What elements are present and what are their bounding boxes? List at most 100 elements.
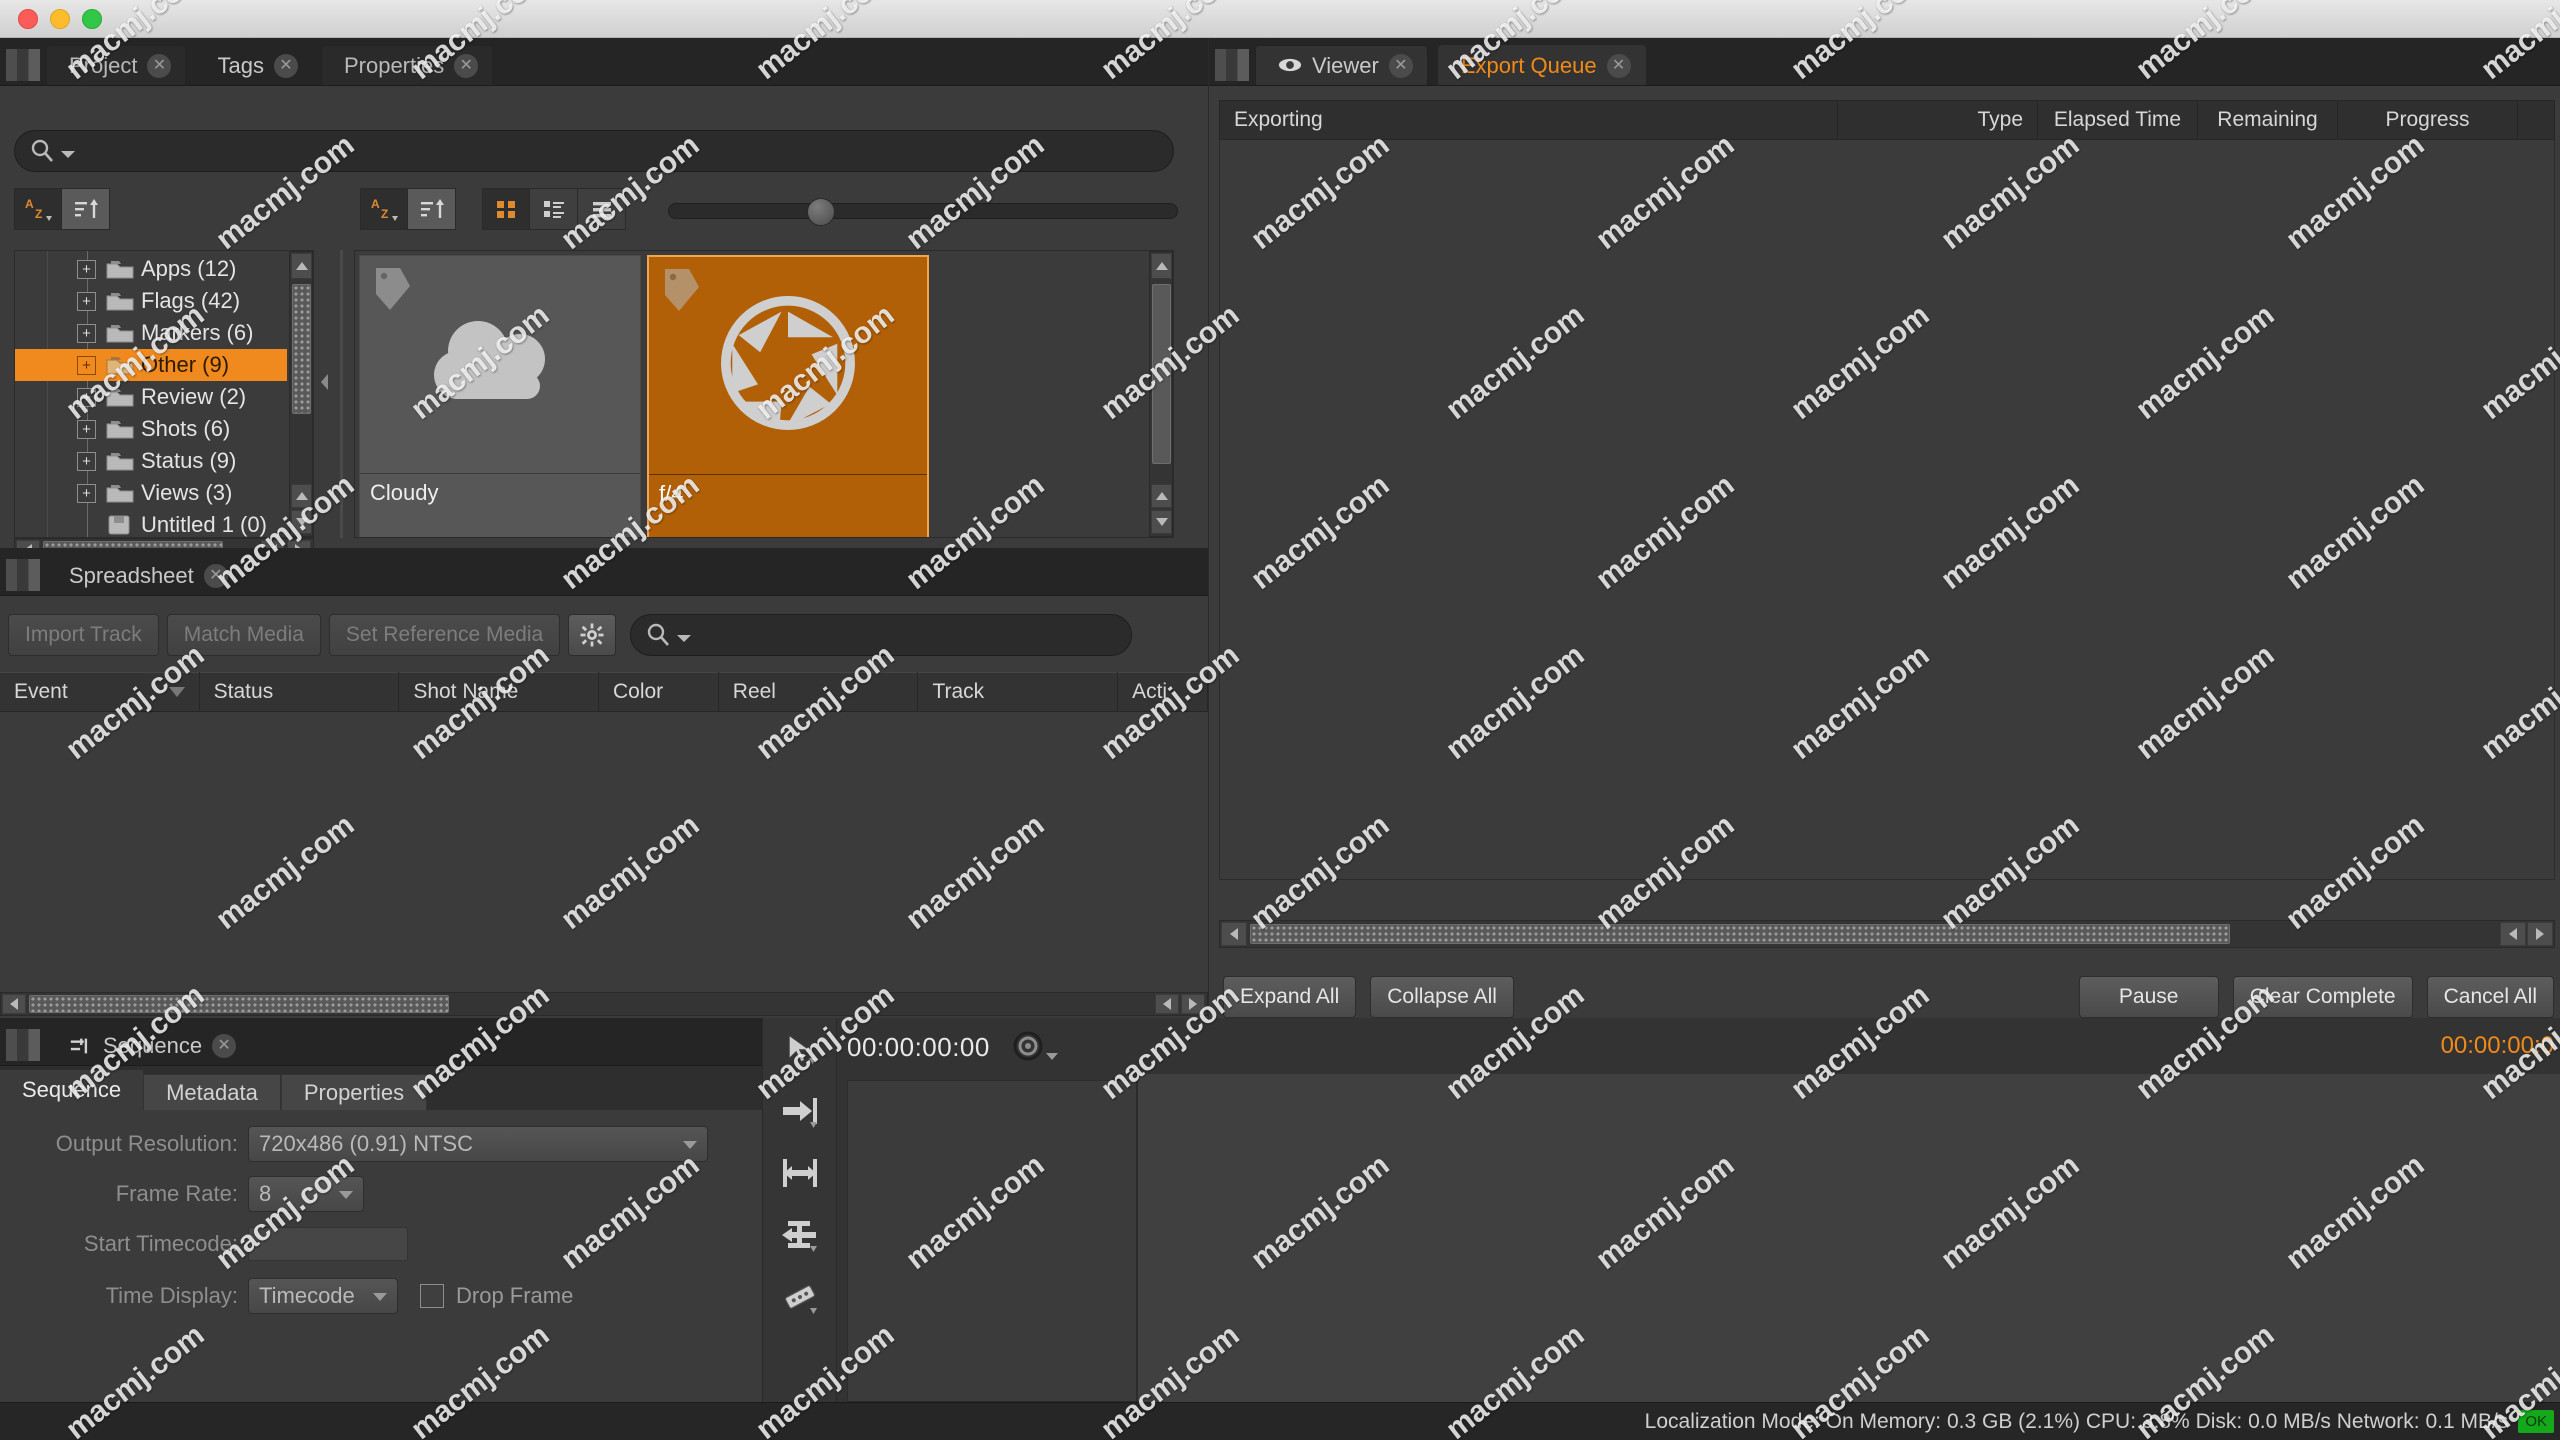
clear-complete-button[interactable]: Clear Complete <box>2232 976 2413 1018</box>
column-header[interactable]: Track <box>918 672 1119 712</box>
expand-icon[interactable]: + <box>77 355 96 375</box>
close-icon[interactable]: ✕ <box>203 563 228 588</box>
thumbnail-size-slider[interactable] <box>668 198 1178 226</box>
tree-item[interactable]: + Review (2) <box>15 381 287 413</box>
splitter-bar[interactable] <box>340 250 343 538</box>
tab-sequence[interactable]: Sequence ✕ <box>46 1025 251 1065</box>
export-queue-rows[interactable] <box>1219 140 2555 880</box>
chevron-down-icon[interactable] <box>677 634 692 642</box>
move-trim-icon[interactable] <box>763 1080 837 1142</box>
gear-icon[interactable] <box>568 614 617 656</box>
scroll-left-arrow-icon[interactable] <box>2 994 26 1014</box>
scroll-up-arrow-icon[interactable] <box>1151 253 1172 279</box>
scroll-up-arrow-icon[interactable] <box>291 484 312 508</box>
tab-tags[interactable]: Tags ✕ <box>194 45 312 85</box>
scroll-left-arrow-icon[interactable] <box>1155 994 1179 1014</box>
scroll-left-arrow-icon[interactable] <box>2500 922 2526 946</box>
tag-thumbnail[interactable]: f/4 <box>647 255 929 537</box>
spreadsheet-horizontal-scrollbar[interactable] <box>0 992 1208 1016</box>
column-header[interactable]: Reel <box>719 672 919 712</box>
expand-icon[interactable]: + <box>77 259 96 279</box>
sort-alpha-icon[interactable]: A Z <box>14 188 62 230</box>
spreadsheet-search-field[interactable] <box>630 614 1133 656</box>
tree-item[interactable]: + Apps (12) <box>15 253 287 285</box>
tags-search-field[interactable] <box>14 130 1174 172</box>
scroll-down-arrow-icon[interactable] <box>291 510 312 534</box>
tree-item[interactable]: + Views (3) <box>15 477 287 509</box>
tab-spreadsheet[interactable]: Spreadsheet ✕ <box>46 555 243 595</box>
expand-icon[interactable]: + <box>77 419 96 439</box>
column-header[interactable]: Type <box>1838 100 2038 140</box>
close-icon[interactable]: ✕ <box>1388 53 1413 78</box>
column-header[interactable]: Exporting <box>1220 100 1838 140</box>
scroll-up-arrow-icon[interactable] <box>1151 484 1172 508</box>
match-media-button[interactable]: Match Media <box>166 614 321 656</box>
expand-all-button[interactable]: Expand All <box>1223 976 1357 1018</box>
razor-icon[interactable] <box>763 1266 837 1328</box>
close-icon[interactable]: ✕ <box>1606 53 1631 78</box>
collapse-all-button[interactable]: Collapse All <box>1370 976 1514 1018</box>
select-arrow-icon[interactable] <box>763 1018 837 1080</box>
playhead-timecode[interactable]: 00:00:00:00 <box>847 1032 990 1063</box>
chevron-down-icon[interactable] <box>61 150 75 158</box>
sort-order-icon[interactable] <box>62 188 110 230</box>
tree-scroll-thumb[interactable] <box>292 284 311 414</box>
scroll-up-arrow-icon[interactable] <box>291 253 312 279</box>
tree-item[interactable]: + Shots (6) <box>15 413 287 445</box>
panel-grip[interactable] <box>6 49 40 81</box>
minimize-window-button[interactable] <box>50 9 70 29</box>
grid-view-icon[interactable] <box>482 188 530 230</box>
status-badge[interactable]: OK <box>2518 1410 2554 1433</box>
close-icon[interactable]: ✕ <box>273 53 298 78</box>
column-header[interactable]: Acti <box>1118 672 1208 712</box>
tab-project[interactable]: Project ✕ <box>46 45 187 85</box>
scroll-down-arrow-icon[interactable] <box>1151 510 1172 534</box>
expand-icon[interactable]: + <box>77 323 96 343</box>
column-header[interactable]: Event <box>0 672 200 712</box>
subtab-properties[interactable]: Properties <box>280 1074 428 1110</box>
scroll-right-arrow-icon[interactable] <box>2527 922 2553 946</box>
column-header[interactable]: Shot Name <box>399 672 599 712</box>
thumbs-scroll-thumb[interactable] <box>1152 284 1171 464</box>
export-queue-horizontal-scrollbar[interactable] <box>1219 920 2555 948</box>
sort-descending-icon[interactable] <box>168 687 185 697</box>
drop-frame-checkbox[interactable] <box>420 1284 444 1308</box>
export-queue-hscroll-thumb[interactable] <box>1250 924 2230 944</box>
tree-item[interactable]: + Status (9) <box>15 445 287 477</box>
start-timecode-input[interactable] <box>248 1227 408 1261</box>
tree-item[interactable]: + Other (9) <box>15 349 287 381</box>
roll-icon[interactable] <box>763 1204 837 1266</box>
thumbs-vertical-scrollbar[interactable] <box>1149 251 1173 537</box>
column-header[interactable]: Color <box>599 672 719 712</box>
subtab-metadata[interactable]: Metadata <box>143 1074 281 1110</box>
pause-button[interactable]: Pause <box>2078 976 2219 1018</box>
expand-icon[interactable]: + <box>77 387 96 407</box>
column-header[interactable]: Status <box>200 672 400 712</box>
timeline-track-header[interactable] <box>847 1080 1137 1402</box>
search-input[interactable] <box>697 623 1118 647</box>
close-window-button[interactable] <box>18 9 38 29</box>
panel-grip[interactable] <box>6 559 40 591</box>
tag-thumbnail-grid[interactable]: Cloudy f/4 <box>354 250 1174 538</box>
subtab-sequence[interactable]: Sequence <box>0 1070 144 1110</box>
slip-icon[interactable] <box>763 1142 837 1204</box>
tab-viewer[interactable]: Viewer ✕ <box>1255 45 1428 85</box>
detail-list-icon[interactable] <box>530 188 578 230</box>
column-header[interactable]: Elapsed Time <box>2038 100 2198 140</box>
tab-export-queue[interactable]: Export Queue ✕ <box>1437 45 1646 85</box>
close-icon[interactable]: ✕ <box>212 1033 237 1058</box>
tag-tree[interactable]: + Apps (12) + Flags (42) + Markers (6) + Other … <box>14 250 314 538</box>
output-resolution-combo[interactable]: 720x486 (0.91) NTSC <box>248 1126 708 1162</box>
timeline-track-area[interactable] <box>1137 1074 2560 1402</box>
tree-thumbs-splitter[interactable] <box>320 358 330 406</box>
time-display-combo[interactable]: Timecode <box>248 1278 398 1314</box>
expand-icon[interactable]: + <box>77 291 96 311</box>
tree-item[interactable]: + Markers (6) <box>15 317 287 349</box>
spreadsheet-hscroll-thumb[interactable] <box>29 995 449 1013</box>
tree-item[interactable]: Untitled 1 (0) <box>15 509 287 537</box>
close-icon[interactable]: ✕ <box>454 53 479 78</box>
record-target-icon[interactable] <box>1012 1030 1058 1064</box>
scroll-left-arrow-icon[interactable] <box>1221 922 1247 946</box>
tag-thumbnail[interactable]: Cloudy <box>359 255 641 537</box>
expand-icon[interactable]: + <box>77 451 96 471</box>
